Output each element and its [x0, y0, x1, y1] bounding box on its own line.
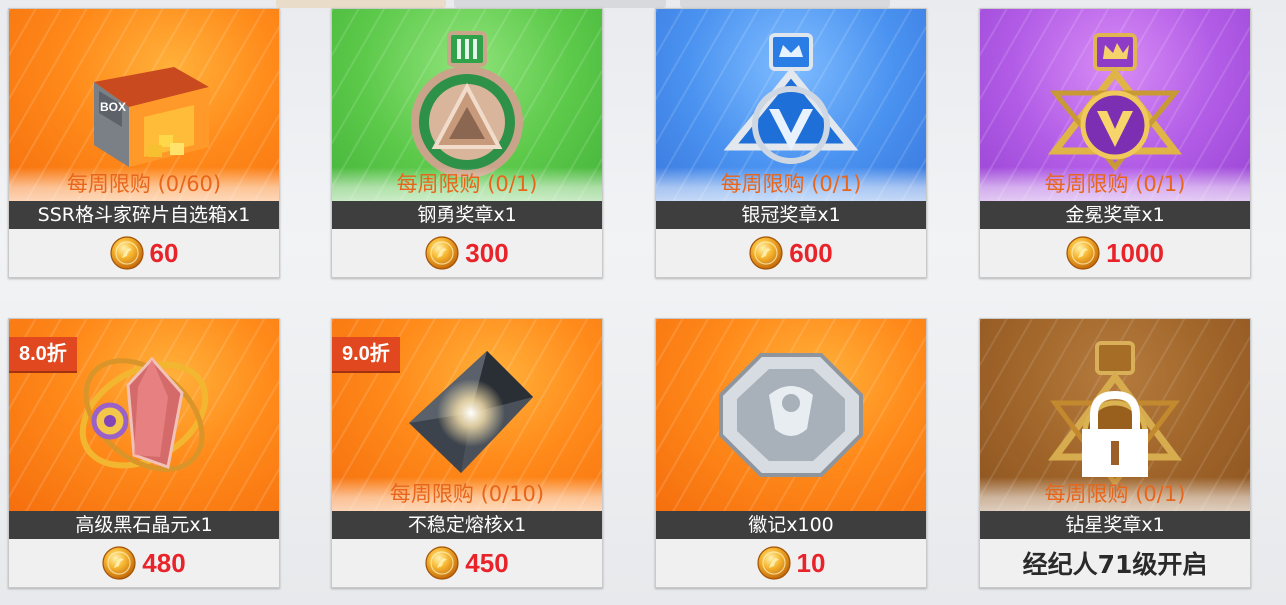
price-row[interactable]: 1000: [980, 229, 1250, 277]
weekly-limit: 每周限购 (0/10): [332, 477, 602, 511]
shop-item-steel-medal[interactable]: 每周限购 (0/1) 钢勇奖章x1 300: [331, 8, 603, 278]
item-name: 钻星奖章x1: [980, 511, 1250, 539]
silver-crown-medal-icon: [723, 33, 859, 164]
top-tab-1[interactable]: [276, 0, 446, 8]
price-value: 1000: [1106, 237, 1164, 268]
svg-text:BOX: BOX: [100, 100, 126, 114]
gold-coin-icon: [757, 546, 791, 580]
price-row[interactable]: 60: [9, 229, 279, 277]
locked-row: 经纪人71级开启: [980, 539, 1250, 587]
gold-coin-icon: [425, 546, 459, 580]
shop-item-diamond-medal[interactable]: 每周限购 (0/1) 钻星奖章x1 经纪人71级开启: [979, 318, 1251, 588]
price-row[interactable]: 480: [9, 539, 279, 587]
black-stone-crystal-icon: [79, 356, 209, 472]
shop-item-silver-medal[interactable]: 每周限购 (0/1) 银冠奖章x1 600: [655, 8, 927, 278]
price-value: 10: [796, 547, 826, 578]
weekly-limit: 每周限购 (0/1): [332, 167, 602, 201]
lock-icon: [1082, 391, 1148, 477]
top-tab-2[interactable]: [454, 0, 666, 8]
weekly-limit: 每周限购 (0/1): [980, 477, 1250, 511]
item-name: 钢勇奖章x1: [332, 201, 602, 229]
discount-badge: 9.0折: [332, 337, 400, 371]
weekly-limit: 每周限购 (0/1): [980, 167, 1250, 201]
price-row[interactable]: 300: [332, 229, 602, 277]
shop-item-emblem[interactable]: 徽记x100 10: [655, 318, 927, 588]
price-value: 600: [789, 237, 833, 268]
gold-coin-icon: [749, 236, 783, 270]
item-name: 金冕奖章x1: [980, 201, 1250, 229]
steel-valor-medal-icon: [411, 31, 523, 177]
item-name: 高级黑石晶元x1: [9, 511, 279, 539]
item-name: SSR格斗家碎片自选箱x1: [9, 201, 279, 229]
price-row[interactable]: 600: [656, 229, 926, 277]
gold-coin-icon: [110, 236, 144, 270]
gold-coin-icon: [1066, 236, 1100, 270]
item-name: 银冠奖章x1: [656, 201, 926, 229]
gold-coin-icon: [102, 546, 136, 580]
emblem-icon: [719, 353, 863, 477]
discount-badge: 8.0折: [9, 337, 77, 371]
gold-coin-icon: [425, 236, 459, 270]
shop-item-black-stone-crystal[interactable]: 8.0折 高级黑石晶元x1 480: [8, 318, 280, 588]
price-value: 300: [465, 237, 509, 268]
price-value: 60: [149, 237, 179, 268]
price-row[interactable]: 10: [656, 539, 926, 587]
ssr-fighter-fragment-box-icon: BOX: [94, 67, 209, 167]
gold-crown-medal-icon: [1047, 33, 1183, 171]
price-value: 450: [465, 547, 509, 578]
unstable-core-icon: [409, 351, 533, 473]
price-row[interactable]: 450: [332, 539, 602, 587]
weekly-limit: 每周限购 (0/60): [9, 167, 279, 201]
top-tab-3[interactable]: [680, 0, 890, 8]
unlock-requirement: 经纪人71级开启: [1022, 550, 1208, 579]
item-name: 不稳定熔核x1: [332, 511, 602, 539]
item-name: 徽记x100: [656, 511, 926, 539]
price-value: 480: [142, 547, 186, 578]
shop-item-gold-medal[interactable]: 每周限购 (0/1) 金冕奖章x1 1000: [979, 8, 1251, 278]
shop-item-unstable-core[interactable]: 9.0折 每周限购 (0/10) 不稳定熔核x1 450: [331, 318, 603, 588]
shop-item-ssr-box[interactable]: BOX 每周限购 (0/60) SSR格斗家碎片自选箱x1 60: [8, 8, 280, 278]
weekly-limit: 每周限购 (0/1): [656, 167, 926, 201]
